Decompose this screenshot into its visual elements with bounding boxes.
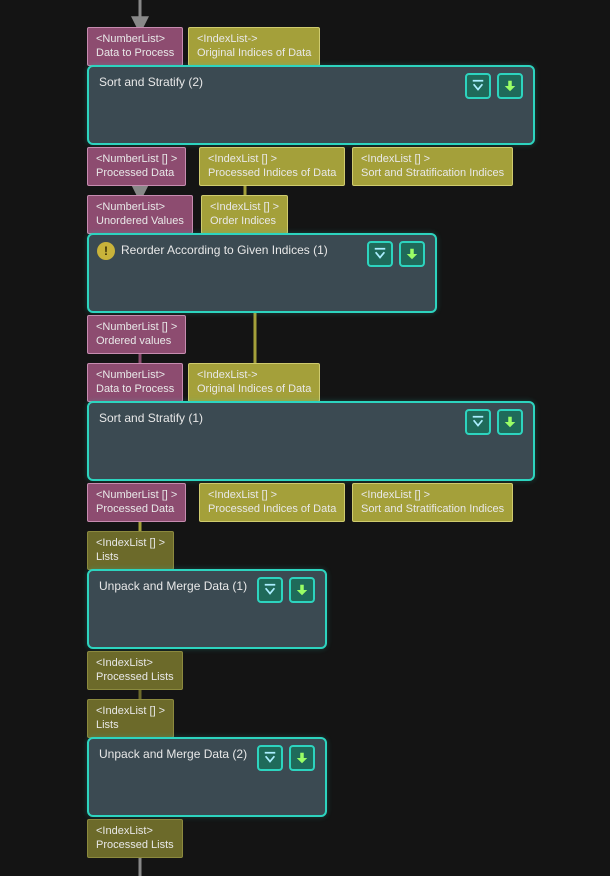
port-type: <IndexList-> (197, 32, 311, 46)
chevron-bar-down-icon (263, 751, 277, 765)
port-type: <IndexList [] > (361, 488, 504, 502)
warning-icon: ! (97, 242, 115, 260)
port-type: <NumberList [] > (96, 152, 177, 166)
port-output-processed-lists-2[interactable]: <IndexList> Processed Lists (87, 819, 183, 858)
arrow-down-filled-icon (295, 583, 309, 597)
port-input-original-indices[interactable]: <IndexList-> Original Indices of Data (188, 27, 320, 66)
port-name: Processed Data (96, 502, 177, 516)
port-type: <IndexList [] > (208, 488, 336, 502)
port-type: <NumberList [] > (96, 488, 177, 502)
port-name: Processed Lists (96, 838, 174, 852)
node-sort-stratify-2[interactable]: Sort and Stratify (2) (87, 65, 535, 145)
arrow-down-filled-icon (295, 751, 309, 765)
port-name: Processed Data (96, 166, 177, 180)
port-type: <NumberList [] > (96, 320, 177, 334)
node-title: Unpack and Merge Data (1) (99, 579, 247, 593)
port-name: Data to Process (96, 382, 174, 396)
port-type: <IndexList [] > (208, 152, 336, 166)
node-reorder-indices[interactable]: ! Reorder According to Given Indices (1) (87, 233, 437, 313)
port-input-order-indices[interactable]: <IndexList [] > Order Indices (201, 195, 288, 234)
port-name: Unordered Values (96, 214, 184, 228)
port-type: <IndexList [] > (210, 200, 279, 214)
arrow-down-filled-icon (503, 415, 517, 429)
collapse-button[interactable] (367, 241, 393, 267)
port-output-processed-indices[interactable]: <IndexList [] > Processed Indices of Dat… (199, 147, 345, 186)
arrow-down-filled-icon (405, 247, 419, 261)
node-title: Sort and Stratify (2) (99, 75, 203, 89)
port-name: Processed Indices of Data (208, 502, 336, 516)
port-input-unordered-values[interactable]: <NumberList> Unordered Values (87, 195, 193, 234)
port-name: Ordered values (96, 334, 177, 348)
port-input-lists-1[interactable]: <IndexList [] > Lists (87, 531, 174, 570)
collapse-button[interactable] (465, 73, 491, 99)
port-input-data-to-process-1[interactable]: <NumberList> Data to Process (87, 363, 183, 402)
node-title: Unpack and Merge Data (2) (99, 747, 247, 761)
arrow-down-filled-icon (503, 79, 517, 93)
node-title: Sort and Stratify (1) (99, 411, 203, 425)
port-output-processed-indices-1[interactable]: <IndexList [] > Processed Indices of Dat… (199, 483, 345, 522)
port-name: Sort and Stratification Indices (361, 166, 504, 180)
port-name: Order Indices (210, 214, 279, 228)
port-name: Original Indices of Data (197, 46, 311, 60)
port-name: Data to Process (96, 46, 174, 60)
port-output-processed-data-1[interactable]: <NumberList [] > Processed Data (87, 483, 186, 522)
port-type: <NumberList> (96, 368, 174, 382)
node-title: Reorder According to Given Indices (1) (121, 243, 328, 257)
port-type: <IndexList> (96, 656, 174, 670)
port-name: Lists (96, 718, 165, 732)
collapse-button[interactable] (257, 577, 283, 603)
expand-button[interactable] (399, 241, 425, 267)
node-unpack-merge-1[interactable]: Unpack and Merge Data (1) (87, 569, 327, 649)
port-type: <IndexList-> (197, 368, 311, 382)
port-name: Processed Indices of Data (208, 166, 336, 180)
port-type: <IndexList [] > (96, 536, 165, 550)
port-name: Processed Lists (96, 670, 174, 684)
expand-button[interactable] (289, 745, 315, 771)
port-type: <IndexList [] > (96, 704, 165, 718)
node-unpack-merge-2[interactable]: Unpack and Merge Data (2) (87, 737, 327, 817)
node-graph-canvas[interactable]: <NumberList> Data to Process <IndexList-… (0, 0, 610, 876)
collapse-button[interactable] (465, 409, 491, 435)
chevron-bar-down-icon (471, 415, 485, 429)
expand-button[interactable] (289, 577, 315, 603)
port-input-lists-2[interactable]: <IndexList [] > Lists (87, 699, 174, 738)
collapse-button[interactable] (257, 745, 283, 771)
port-type: <NumberList> (96, 200, 184, 214)
port-type: <IndexList [] > (361, 152, 504, 166)
expand-button[interactable] (497, 409, 523, 435)
port-name: Lists (96, 550, 165, 564)
port-output-sort-strat-indices-1[interactable]: <IndexList [] > Sort and Stratification … (352, 483, 513, 522)
node-sort-stratify-1[interactable]: Sort and Stratify (1) (87, 401, 535, 481)
port-type: <IndexList> (96, 824, 174, 838)
port-output-processed-data[interactable]: <NumberList [] > Processed Data (87, 147, 186, 186)
chevron-bar-down-icon (471, 79, 485, 93)
port-input-original-indices-1[interactable]: <IndexList-> Original Indices of Data (188, 363, 320, 402)
port-name: Sort and Stratification Indices (361, 502, 504, 516)
port-type: <NumberList> (96, 32, 174, 46)
port-name: Original Indices of Data (197, 382, 311, 396)
chevron-bar-down-icon (263, 583, 277, 597)
port-output-ordered-values[interactable]: <NumberList [] > Ordered values (87, 315, 186, 354)
port-output-processed-lists-1[interactable]: <IndexList> Processed Lists (87, 651, 183, 690)
expand-button[interactable] (497, 73, 523, 99)
port-input-data-to-process[interactable]: <NumberList> Data to Process (87, 27, 183, 66)
chevron-bar-down-icon (373, 247, 387, 261)
port-output-sort-strat-indices[interactable]: <IndexList [] > Sort and Stratification … (352, 147, 513, 186)
